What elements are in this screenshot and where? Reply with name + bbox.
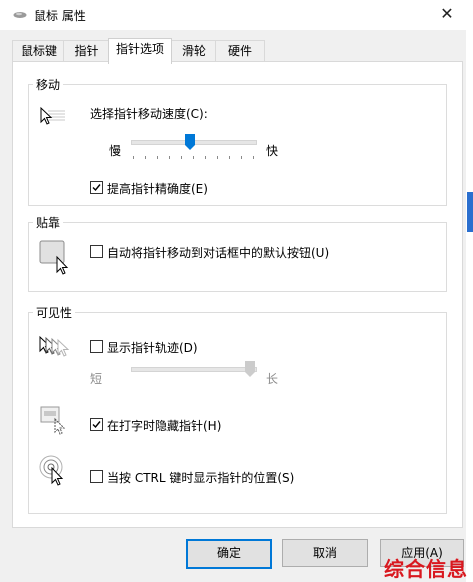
slider-tick <box>169 156 170 159</box>
slider-tick <box>181 156 182 159</box>
tab-panel: 移动 选择指针移动速度(C): 慢 快 提高指针精确度(E) 贴靠 自动将指针移… <box>12 61 463 528</box>
watermark-logo: 综合信息 <box>384 557 468 581</box>
snap-group-title: 贴靠 <box>33 214 64 231</box>
motion-group-title: 移动 <box>33 76 64 93</box>
title-bar: 鼠标 属性 ✕ <box>0 0 473 30</box>
long-label: 长 <box>266 372 279 386</box>
tab-buttons[interactable]: 鼠标键 <box>12 40 66 62</box>
slider-tick <box>253 156 254 159</box>
slow-label: 慢 <box>109 144 122 158</box>
short-label: 短 <box>90 372 103 386</box>
snap-to-icon <box>39 240 69 275</box>
pointer-trails-label[interactable]: 显示指针轨迹(D) <box>107 339 198 356</box>
pointer-speed-icon <box>40 106 65 125</box>
tab-pointers[interactable]: 指针 <box>63 40 110 62</box>
ctrl-locate-icon <box>39 455 64 486</box>
enhance-precision-label[interactable]: 提高指针精确度(E) <box>107 180 208 197</box>
cancel-button[interactable]: 取消 <box>282 539 368 567</box>
slider-tick <box>217 156 218 159</box>
slider-tick <box>229 156 230 159</box>
tab-hardware[interactable]: 硬件 <box>215 40 265 62</box>
snap-group: 贴靠 自动将指针移动到对话框中的默认按钮(U) <box>28 214 447 292</box>
pointer-trails-checkbox[interactable] <box>90 340 103 353</box>
ctrl-locate-checkbox[interactable] <box>90 470 103 483</box>
slider-tick <box>205 156 206 159</box>
trails-slider-thumb <box>245 361 255 377</box>
trails-slider-track <box>131 367 257 372</box>
hide-while-typing-icon <box>40 406 66 435</box>
fast-label: 快 <box>266 144 279 158</box>
window-title: 鼠标 属性 <box>34 9 86 23</box>
speed-label: 选择指针移动速度(C): <box>90 107 208 121</box>
background-window-edge <box>466 0 473 582</box>
tab-pointer-options[interactable]: 指针选项 <box>108 38 172 64</box>
tab-wheel[interactable]: 滑轮 <box>170 40 218 62</box>
slider-tick <box>241 156 242 159</box>
mouse-icon <box>13 12 27 18</box>
visibility-group-title: 可见性 <box>33 304 76 321</box>
motion-group: 移动 选择指针移动速度(C): 慢 快 提高指针精确度(E) <box>28 76 447 206</box>
hide-while-typing-label[interactable]: 在打字时隐藏指针(H) <box>107 417 221 434</box>
visibility-group: 可见性 显示指针轨迹(D) 短 长 在打字时隐藏指针(H) 当按 CTRL 键时… <box>28 304 447 514</box>
slider-tick <box>157 156 158 159</box>
ok-button[interactable]: 确定 <box>186 539 272 569</box>
pointer-trails-icon <box>39 335 70 357</box>
close-button[interactable]: ✕ <box>430 2 464 26</box>
enhance-precision-checkbox[interactable] <box>90 181 103 194</box>
slider-tick <box>133 156 134 159</box>
slider-tick <box>193 156 194 159</box>
speed-slider-thumb[interactable] <box>184 134 195 150</box>
hide-while-typing-checkbox[interactable] <box>90 418 103 431</box>
slider-tick <box>145 156 146 159</box>
ctrl-locate-label[interactable]: 当按 CTRL 键时显示指针的位置(S) <box>107 469 294 486</box>
snap-to-label[interactable]: 自动将指针移动到对话框中的默认按钮(U) <box>107 244 329 261</box>
checkmark-icon <box>92 421 101 429</box>
snap-to-checkbox[interactable] <box>90 245 103 258</box>
checkmark-icon <box>92 184 101 192</box>
